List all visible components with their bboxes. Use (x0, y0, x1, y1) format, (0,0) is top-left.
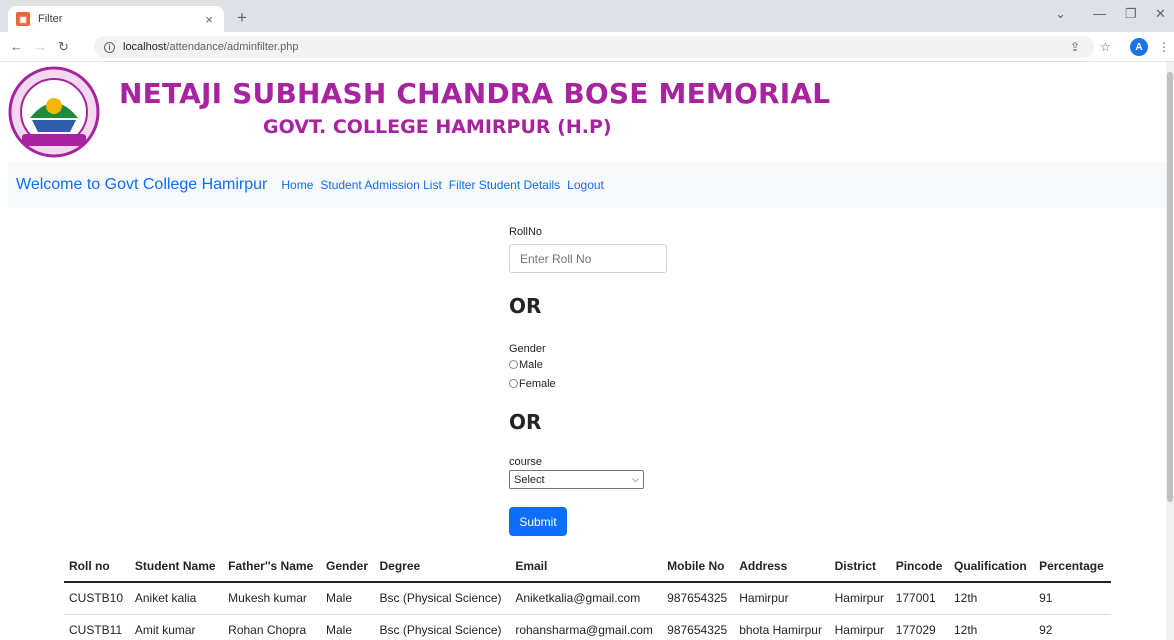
table-cell: 177029 (890, 614, 949, 640)
or-divider: OR (509, 410, 542, 434)
table-cell: 91 (1034, 582, 1111, 615)
window-close-icon[interactable]: ✕ (1155, 6, 1166, 22)
table-cell: Hamirpur (734, 582, 830, 615)
students-table: Roll no Student Name Father''s Name Gend… (64, 551, 1111, 640)
table-cell: CUSTB11 (64, 614, 130, 640)
menu-kebab-icon[interactable]: ⋮ (1158, 40, 1170, 54)
nav-student-admission-list[interactable]: Student Admission List (320, 178, 441, 192)
browser-tabstrip: ▣ Filter × + ⌄ — ❐ ✕ (0, 0, 1174, 32)
table-cell: Rohan Chopra (223, 614, 321, 640)
new-tab-icon[interactable]: + (232, 8, 252, 28)
address-bar[interactable]: i localhost/attendance/adminfilter.php (94, 36, 1094, 58)
table-cell: Hamirpur (829, 582, 891, 615)
table-cell: Bsc (Physical Science) (374, 582, 511, 615)
column-header: Pincode (890, 551, 949, 583)
college-subtitle: GOVT. COLLEGE HAMIRPUR (H.P) (263, 116, 612, 138)
nav-logout[interactable]: Logout (567, 178, 604, 192)
table-cell: Mukesh kumar (223, 582, 321, 615)
gender-option-female[interactable]: Female (509, 374, 749, 393)
column-header: Roll no (64, 551, 130, 583)
forward-icon[interactable]: → (34, 39, 47, 54)
column-header: Email (510, 551, 663, 583)
gender-label: Gender (509, 343, 546, 355)
tab-title: Filter (38, 13, 63, 25)
rollno-label: RollNo (509, 226, 543, 238)
female-label: Female (519, 377, 556, 390)
table-row: CUSTB10 Aniket kalia Mukesh kumar Male B… (64, 582, 1111, 615)
restore-icon[interactable]: ❐ (1125, 6, 1137, 22)
page-scrollbar[interactable] (1166, 62, 1174, 640)
table-header-row: Roll no Student Name Father''s Name Gend… (64, 551, 1111, 583)
nav-filter-student-details[interactable]: Filter Student Details (449, 178, 560, 192)
nav-home[interactable]: Home (281, 178, 313, 192)
table-cell: Aniket kalia (129, 582, 224, 615)
table-cell: 987654325 (662, 614, 735, 640)
column-header: Qualification (949, 551, 1035, 583)
browser-toolbar: ← → ↻ i localhost/attendance/adminfilter… (0, 32, 1174, 62)
table-cell: Hamirpur (829, 614, 891, 640)
table-cell: Aniketkalia@gmail.com (510, 582, 663, 615)
table-cell: Bsc (Physical Science) (374, 614, 511, 640)
column-header: Mobile No (662, 551, 735, 583)
table-cell: Male (320, 614, 375, 640)
table-cell: 92 (1034, 614, 1111, 640)
submit-button[interactable]: Submit (509, 507, 567, 536)
course-selected-value: Select (514, 473, 545, 486)
table-cell: bhota Hamirpur (734, 614, 830, 640)
male-radio[interactable] (509, 360, 518, 369)
column-header: Degree (374, 551, 511, 583)
navbar: Welcome to Govt College Hamirpur Home St… (8, 162, 1166, 208)
table-cell: 177001 (890, 582, 949, 615)
course-select[interactable]: Select ⌵ (509, 470, 644, 489)
site-info-icon[interactable]: i (104, 41, 115, 53)
table-row: CUSTB11 Amit kumar Rohan Chopra Male Bsc… (64, 614, 1111, 640)
bookmark-star-icon[interactable]: ☆ (1100, 40, 1111, 54)
page-content: NETAJI SUBHASH CHANDRA BOSE MEMORIAL GOV… (0, 62, 1166, 640)
tab-search-icon[interactable]: ⌄ (1055, 6, 1066, 22)
table-cell: 987654325 (662, 582, 735, 615)
column-header: Gender (320, 551, 375, 583)
gender-option-male[interactable]: Male (509, 355, 749, 374)
back-icon[interactable]: ← (10, 39, 23, 54)
chevron-down-icon: ⌵ (632, 474, 639, 484)
url-text: localhost/attendance/adminfilter.php (123, 41, 299, 53)
filter-form: RollNo OR Gender Male Female OR course S… (509, 226, 749, 536)
profile-avatar[interactable]: A (1130, 38, 1148, 56)
college-logo-icon (8, 66, 100, 158)
table-cell: 12th (949, 614, 1035, 640)
table-cell: CUSTB10 (64, 582, 130, 615)
column-header: Percentage (1034, 551, 1111, 583)
reload-icon[interactable]: ↻ (58, 39, 69, 55)
scrollbar-thumb[interactable] (1167, 72, 1173, 502)
rollno-input[interactable] (509, 244, 667, 273)
share-icon[interactable]: ⇪ (1070, 40, 1080, 54)
table-cell: Amit kumar (129, 614, 224, 640)
column-header: District (829, 551, 891, 583)
female-radio[interactable] (509, 379, 518, 388)
column-header: Address (734, 551, 830, 583)
table-cell: rohansharma@gmail.com (510, 614, 663, 640)
navbar-brand[interactable]: Welcome to Govt College Hamirpur (16, 176, 267, 194)
favicon-icon: ▣ (16, 12, 30, 26)
column-header: Father''s Name (223, 551, 321, 583)
course-label: course (509, 456, 543, 468)
minimize-icon[interactable]: — (1093, 6, 1106, 21)
college-name: NETAJI SUBHASH CHANDRA BOSE MEMORIAL (119, 77, 831, 110)
browser-tab[interactable]: ▣ Filter × (8, 6, 224, 32)
college-header: NETAJI SUBHASH CHANDRA BOSE MEMORIAL GOV… (0, 62, 1166, 162)
table-cell: Male (320, 582, 375, 615)
or-divider: OR (509, 294, 542, 318)
column-header: Student Name (129, 551, 224, 583)
tab-close-icon[interactable]: × (202, 12, 216, 27)
table-cell: 12th (949, 582, 1035, 615)
male-label: Male (519, 358, 543, 371)
